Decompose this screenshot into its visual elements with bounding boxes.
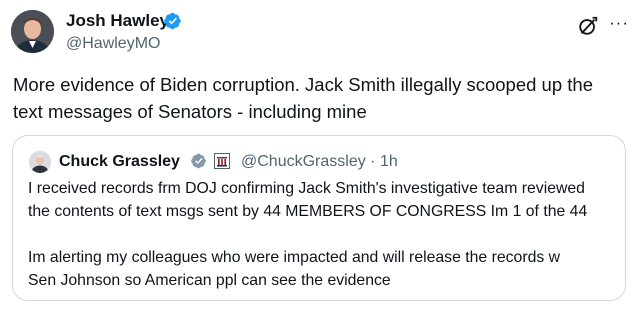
quoted-handle-time[interactable]: @ChuckGrassley · 1h (241, 152, 398, 172)
author-name[interactable]: Josh Hawley (66, 11, 169, 31)
quoted-author-name[interactable]: Chuck Grassley (59, 152, 180, 172)
tweet-text: More evidence of Biden corruption. Jack … (13, 74, 593, 122)
avatar-image (11, 10, 54, 53)
author-avatar[interactable] (11, 10, 54, 53)
verified-badge-gray-icon (191, 153, 206, 169)
senate-badge-icon (214, 153, 230, 169)
quoted-author-avatar[interactable] (29, 151, 51, 173)
verified-badge-icon (164, 12, 181, 30)
more-options-icon[interactable]: ··· (609, 13, 629, 33)
tweet: Josh Hawley @HawleyMO ··· More evidence … (0, 0, 640, 309)
quoted-tweet[interactable]: Chuck Grassley @ChuckGrassley · 1h I rec… (12, 135, 626, 301)
quoted-tweet-text: I received records frm DOJ confirming Ja… (28, 180, 588, 289)
author-handle[interactable]: @HawleyMO (66, 34, 160, 54)
grok-icon[interactable] (577, 15, 599, 37)
quoted-avatar-image (29, 151, 51, 173)
